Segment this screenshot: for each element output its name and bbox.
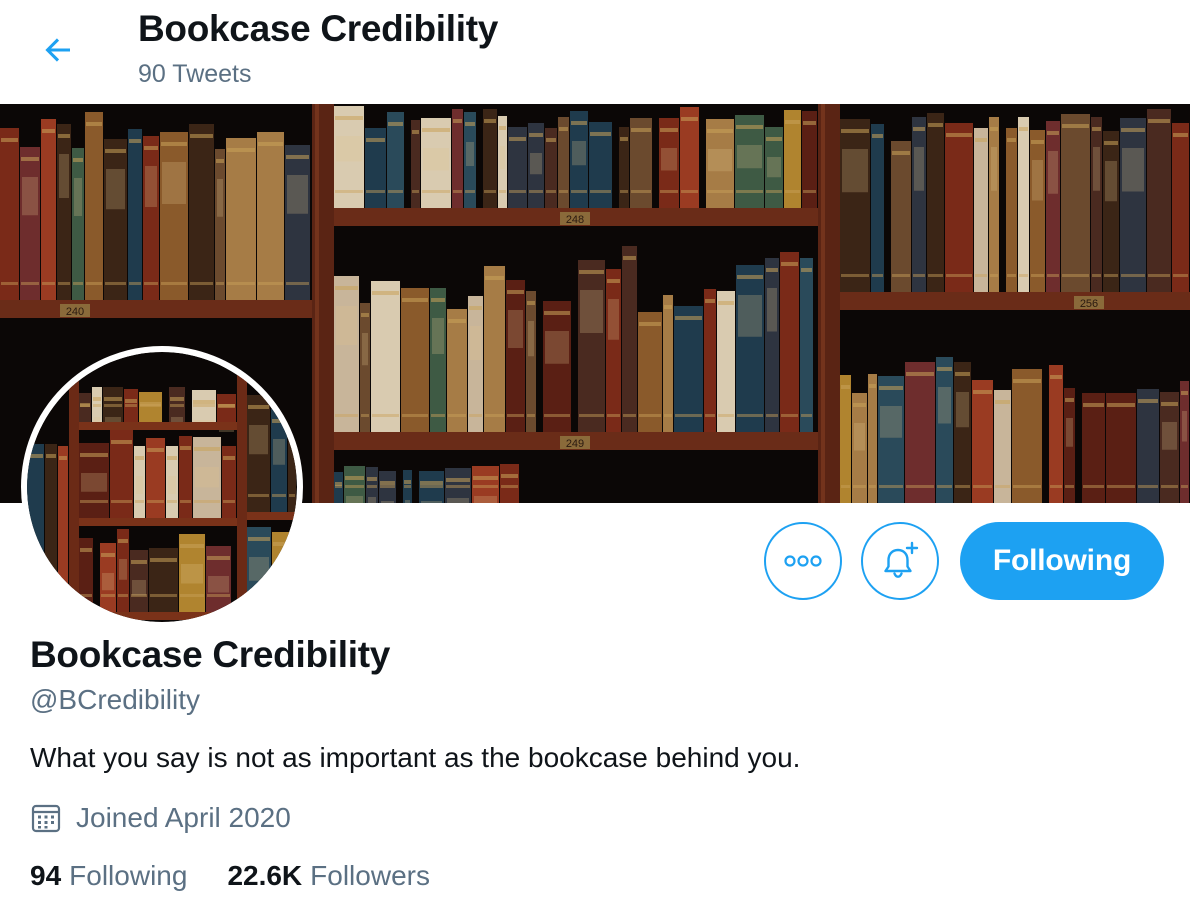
calendar-icon bbox=[31, 804, 61, 833]
shelf-label: 240 bbox=[66, 306, 84, 318]
profile-name: Bookcase Credibility bbox=[30, 634, 391, 675]
profile-bio: What you say is not as important as the … bbox=[30, 742, 801, 773]
arrow-left-icon bbox=[45, 38, 70, 62]
bookshelf-avatar-image bbox=[27, 352, 297, 622]
shelf-label: 248 bbox=[566, 214, 584, 226]
followers-label: Followers bbox=[310, 860, 430, 891]
following-button[interactable]: Following bbox=[960, 522, 1164, 600]
tweets-count: 90 Tweets bbox=[138, 60, 252, 88]
joined-date: Joined April 2020 bbox=[30, 800, 291, 836]
following-label: Following bbox=[69, 860, 188, 891]
bell-plus-icon bbox=[884, 541, 919, 578]
joined-text: Joined April 2020 bbox=[76, 802, 291, 833]
following-count: 94 bbox=[30, 860, 62, 891]
profile-handle: @BCredibility bbox=[30, 684, 201, 715]
shelf-label: 256 bbox=[1080, 298, 1098, 310]
header-title: Bookcase Credibility bbox=[138, 8, 499, 49]
shelf-label: 249 bbox=[566, 438, 584, 450]
notifications-button[interactable] bbox=[861, 522, 939, 600]
more-options-button[interactable] bbox=[764, 522, 842, 600]
following-link[interactable]: 94 Following bbox=[30, 860, 187, 892]
profile-header: Bookcase Credibility 90 Tweets bbox=[0, 0, 1190, 104]
followers-link[interactable]: 22.6K Followers bbox=[227, 860, 430, 892]
follow-stats: 94 Following 22.6K Followers bbox=[30, 860, 470, 892]
more-horizontal-icon bbox=[784, 555, 822, 567]
profile-page: Bookcase Credibility 90 Tweets 240 248 256… bbox=[0, 0, 1190, 910]
back-button[interactable] bbox=[30, 22, 86, 78]
followers-count: 22.6K bbox=[227, 860, 303, 891]
profile-avatar[interactable] bbox=[21, 346, 303, 628]
